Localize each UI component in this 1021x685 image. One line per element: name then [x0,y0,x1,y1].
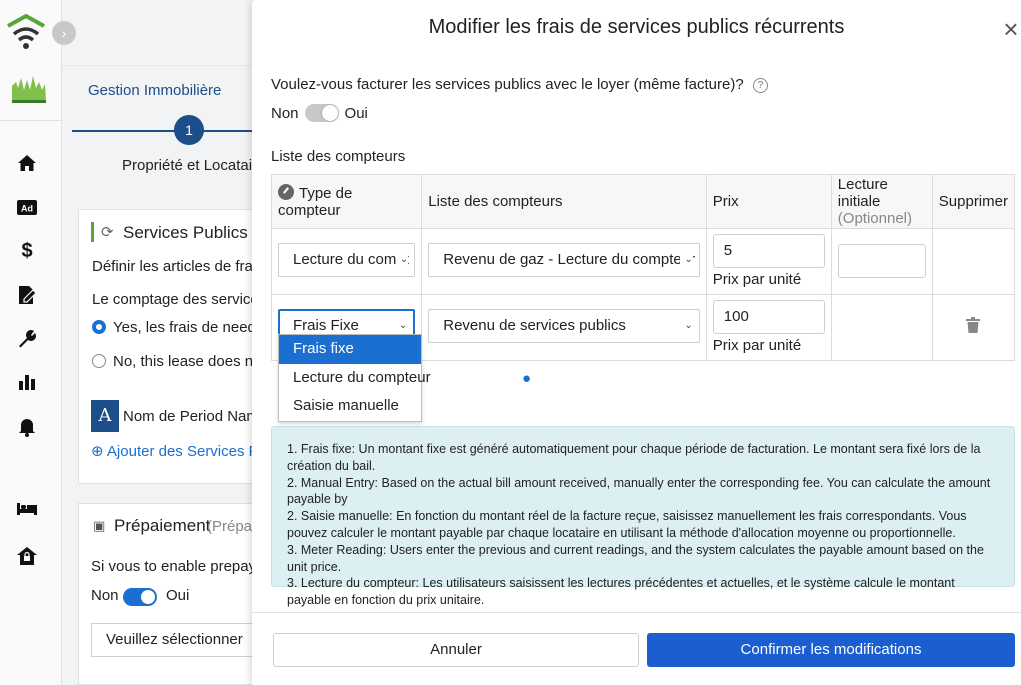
add-utilities-link[interactable]: ⊕ Ajouter des Services Pu [91,442,267,460]
radio-no-label: No, this lease does not [113,353,266,370]
chevron-down-icon: ⌄ [680,244,693,276]
meter-type-value: Lecture du compt [293,251,409,268]
toggle-no-label: Non [271,104,299,122]
delete-cell-empty [931,228,1016,295]
bill-with-rent-toggle-row: Non Oui [271,104,368,122]
footer-divider [252,612,1021,613]
dropdown-option-manual-entry[interactable]: Saisie manuelle [279,392,421,421]
price-unit-label: Prix par unité [712,271,802,288]
dollar-icon[interactable]: $ [16,240,38,262]
period-letter-badge: A [91,400,119,432]
accent-bar [91,222,94,242]
chevron-down-icon: ⌄ [680,310,693,342]
prepaid-toggle[interactable] [123,588,157,606]
prepaid-question: Si vous to enable prepaym [91,558,269,575]
add-utilities-label: Ajouter des Services Pu [106,443,267,460]
step-progress-line [72,130,262,132]
chevron-down-icon: ⌄ [395,244,409,276]
prepaid-toggle-yes: Oui [166,587,190,604]
confirm-button[interactable]: Confirmer les modifications [647,633,1015,667]
header-delete: Supprimer [931,174,1016,229]
meter-list-title: Liste des compteurs [271,148,406,165]
meter-list-select[interactable]: Revenu de gaz - Lecture du compteur ⌄ [428,243,700,277]
price-unit-label: Prix par unité [712,337,802,354]
sidebar-divider [0,120,62,121]
prepaid-title: Prépaiement [114,516,211,535]
radio-no[interactable] [92,354,106,368]
header-initial-sub: (Optionnel) [837,210,912,227]
initial-reading-cell-empty [830,294,933,361]
help-icon[interactable]: ? [752,78,768,93]
meter-type-value: Frais Fixe [293,317,359,334]
meter-question: Le comptage des service [92,291,259,308]
step-label: Propriété et Locataire [122,157,266,174]
home-icon[interactable] [16,152,38,174]
meter-list-value: Revenu de gaz - Lecture du compteur [443,251,696,268]
plus-circle-icon: ⊕ [91,443,104,460]
gauge-icon [278,184,294,200]
prepaid-icon: ▣ [93,518,106,533]
ad-icon[interactable]: Ad [16,197,38,219]
radio-yes[interactable] [92,320,106,334]
bill-with-rent-toggle[interactable] [304,104,339,122]
info-line: 2. Manual Entry: Based on the actual bil… [287,475,991,507]
header-initial-reading: Lecture initiale (Optionnel) [830,174,933,229]
add-meter-link-icon[interactable]: ● [522,370,531,387]
collapse-chevron-icon[interactable]: › [52,21,76,45]
info-line: 3. Lecture du compteur: Les utilisateurs… [287,576,955,608]
prepaid-toggle-no: Non [91,587,119,604]
table-row: Lecture du compt ⌄ Revenu de gaz - Lectur… [270,228,1016,295]
price-input[interactable]: 5 [712,234,825,268]
wifi-home-logo-icon[interactable] [6,12,46,52]
step-title[interactable]: Gestion Immobilière [88,82,221,99]
meter-type-dropdown: Frais fixe Lecture du compteur Saisie ma… [278,334,431,422]
bed-icon[interactable] [16,496,38,518]
refresh-icon: ⟳ [101,224,114,241]
meter-type-select[interactable]: Lecture du compt ⌄ [278,243,416,277]
step-number[interactable]: 1 [174,115,204,145]
table-header-row: Type de compteur Liste des compteurs Pri… [270,174,1016,229]
house-lock-icon[interactable] [16,545,38,567]
sidebar: Ad $ [0,0,62,685]
modal-title: Modifier les frais de services publics r… [428,16,845,38]
meter-list-value: Revenu de services publics [443,317,626,334]
city-logo-icon [12,76,46,103]
meter-type-info-box: 1. Frais fixe: Un montant fixe est génér… [271,426,1015,607]
bell-icon[interactable] [16,415,38,437]
info-line: 1. Frais fixe: Un montant fixe est génér… [287,442,981,473]
toggle-yes-label: Oui [344,104,368,122]
cancel-button[interactable]: Annuler [273,633,639,667]
info-line: 2. Saisie manuelle: En fonction du monta… [287,509,967,540]
radio-yes-label: Yes, les frais de need to [113,319,273,336]
price-input[interactable]: 100 [712,300,825,334]
question-label: Voulez-vous facturer les services public… [271,76,744,93]
wrench-icon[interactable] [16,328,38,350]
header-list: Liste des compteurs [421,174,707,229]
meter-table: Type de compteur Liste des compteurs Pri… [270,174,1016,361]
header-price: Prix [705,174,832,229]
close-icon[interactable]: × [1000,16,1021,42]
meter-list-select[interactable]: Revenu de services publics ⌄ [428,309,700,343]
utilities-description: Définir les articles de frais [92,258,264,275]
dropdown-option-meter-reading[interactable]: Lecture du compteur [279,364,431,393]
dropdown-option-fixed[interactable]: Frais fixe [279,335,421,364]
edit-document-icon[interactable] [16,284,38,306]
initial-reading-input[interactable] [837,244,926,278]
header-type: Type de compteur [270,174,423,229]
period-name-label: Nom de Period Name [123,408,268,425]
bill-with-rent-question: Voulez-vous facturer les services public… [271,76,768,93]
trash-icon[interactable] [966,317,981,333]
header-initial-label: Lecture initiale [837,176,888,210]
svg-text:Ad: Ad [21,204,33,214]
bar-chart-icon[interactable] [16,371,38,393]
info-line: 3. Meter Reading: Users enter the previo… [287,542,984,574]
